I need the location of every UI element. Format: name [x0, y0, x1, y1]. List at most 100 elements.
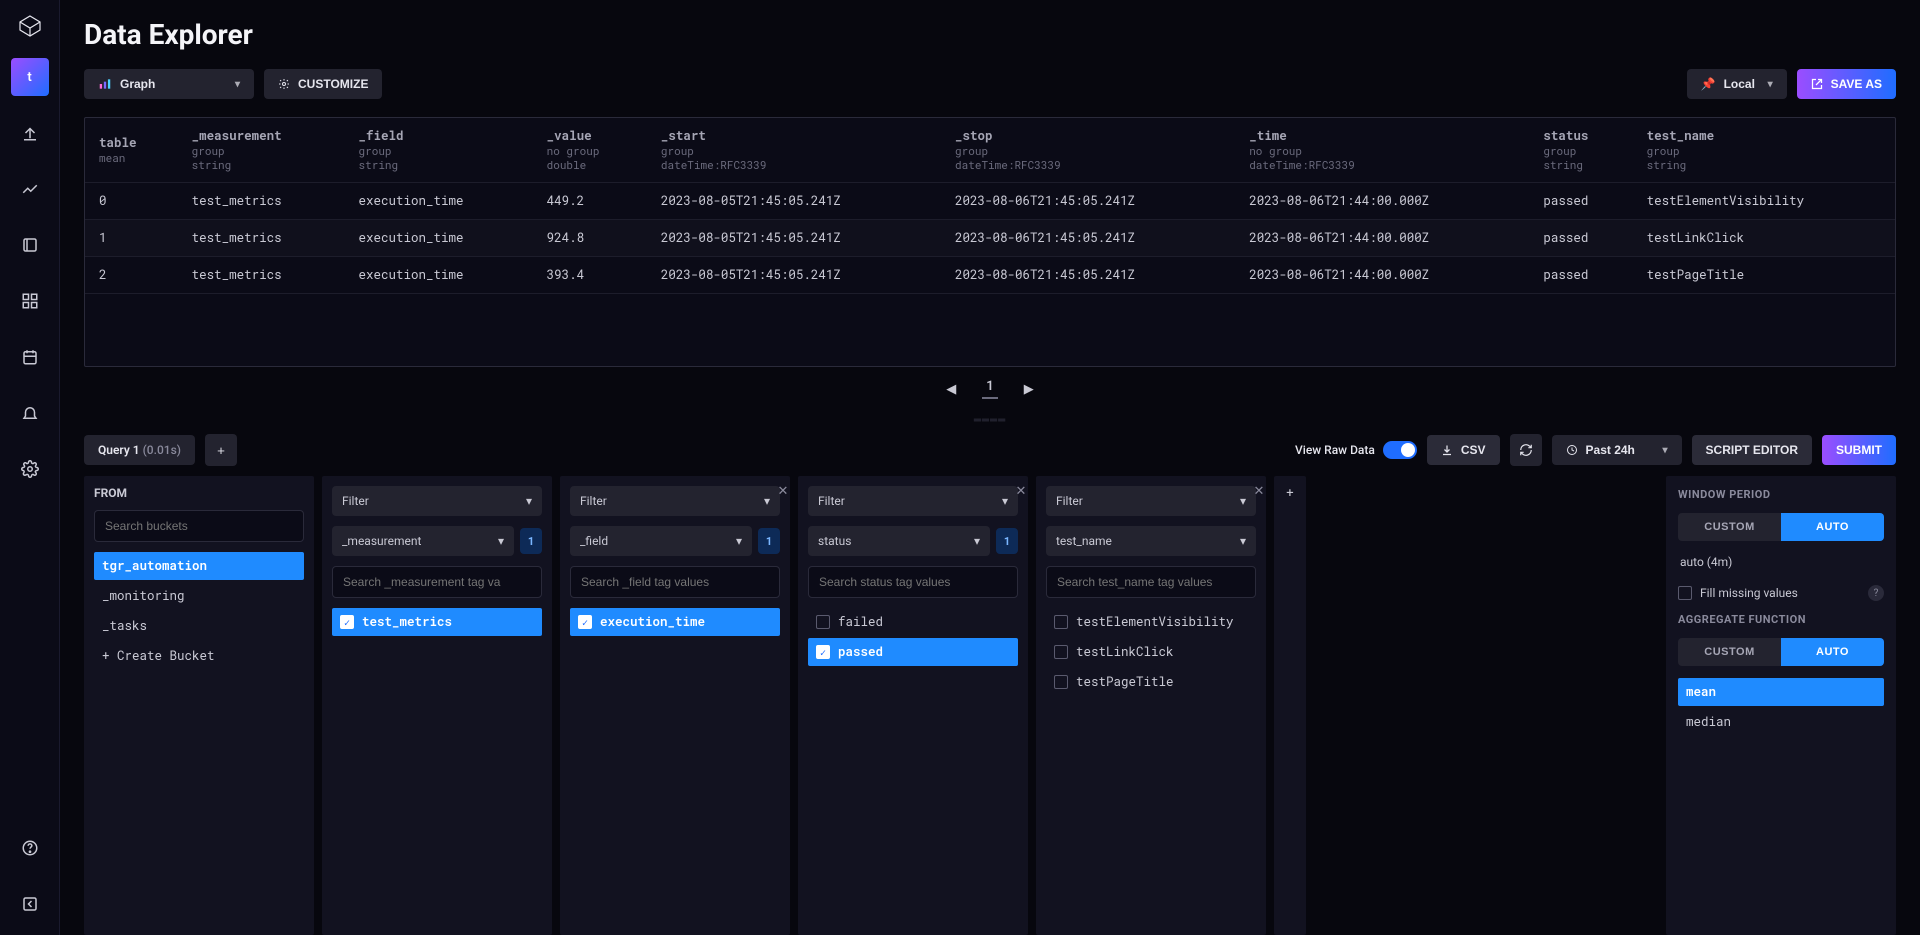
checkbox-icon: ✓ [340, 615, 354, 629]
filter-key-select[interactable]: _field▾ [570, 526, 752, 556]
pager-next[interactable]: ▶ [1024, 382, 1034, 397]
aggregate-option[interactable]: median [1678, 708, 1884, 736]
filter-search-input[interactable] [1046, 566, 1256, 598]
filter-option[interactable]: ✓passed [808, 638, 1018, 666]
filter-type-select[interactable]: Filter▾ [808, 486, 1018, 516]
filter-search-input[interactable] [808, 566, 1018, 598]
nav-workspace[interactable]: t [11, 58, 49, 96]
filter-option[interactable]: testLinkClick [1046, 638, 1256, 666]
nav-alerts-icon[interactable] [11, 394, 49, 432]
column-header[interactable]: _valueno groupdouble [533, 118, 647, 182]
customize-button[interactable]: CUSTOMIZE [264, 69, 382, 99]
column-header[interactable]: tablemean [85, 118, 178, 182]
csv-button[interactable]: CSV [1427, 435, 1500, 465]
column-header[interactable]: _timeno groupdateTime:RFC3339 [1235, 118, 1529, 182]
nav-notebooks-icon[interactable] [11, 226, 49, 264]
nav-settings-icon[interactable] [11, 450, 49, 488]
filter-key-select[interactable]: test_name▾ [1046, 526, 1256, 556]
info-icon[interactable]: ? [1868, 585, 1884, 601]
close-filter-button[interactable]: ✕ [1012, 484, 1030, 499]
bucket-search-input[interactable] [94, 510, 304, 542]
save-location-select[interactable]: 📌 Local ▾ [1687, 69, 1787, 99]
table-cell: execution_time [345, 182, 533, 219]
aggregate-panel: WINDOW PERIOD CUSTOM AUTO auto (4m) Fill… [1666, 476, 1896, 935]
table-cell: passed [1529, 182, 1632, 219]
filter-option[interactable]: testPageTitle [1046, 668, 1256, 696]
filter-type-select[interactable]: Filter▾ [332, 486, 542, 516]
submit-button[interactable]: SUBMIT [1822, 435, 1896, 465]
pager-prev[interactable]: ◀ [946, 382, 956, 397]
time-range-select[interactable]: Past 24h ▾ [1552, 435, 1682, 465]
aggregate-custom-button[interactable]: CUSTOM [1678, 638, 1781, 666]
query-tab[interactable]: Query 1 (0.01s) [84, 435, 195, 465]
window-custom-button[interactable]: CUSTOM [1678, 513, 1781, 541]
filter-option[interactable]: testElementVisibility [1046, 608, 1256, 636]
column-header[interactable]: statusgroupstring [1529, 118, 1632, 182]
checkbox-icon [816, 615, 830, 629]
filter-search-input[interactable] [332, 566, 542, 598]
data-table: tablemean_measurementgroupstring_fieldgr… [85, 118, 1895, 294]
close-filter-button[interactable]: ✕ [774, 484, 792, 499]
table-cell: passed [1529, 219, 1632, 256]
pager-page[interactable]: 1 [982, 379, 997, 399]
column-header[interactable]: test_namegroupstring [1633, 118, 1895, 182]
table-cell: execution_time [345, 256, 533, 293]
filter-search-input[interactable] [570, 566, 780, 598]
filter-type-select[interactable]: Filter▾ [1046, 486, 1256, 516]
filter-key-select[interactable]: status▾ [808, 526, 990, 556]
add-filter-button[interactable]: + [1274, 476, 1306, 935]
table-row[interactable]: 0test_metricsexecution_time449.22023-08-… [85, 182, 1895, 219]
view-type-select[interactable]: Graph ▾ [84, 69, 254, 99]
script-editor-button[interactable]: SCRIPT EDITOR [1692, 435, 1812, 465]
window-auto-button[interactable]: AUTO [1781, 513, 1884, 541]
table-cell: 2023-08-06T21:44:00.000Z [1235, 256, 1529, 293]
aggregate-auto-button[interactable]: AUTO [1781, 638, 1884, 666]
bucket-item[interactable]: _monitoring [94, 582, 304, 610]
column-header[interactable]: _startgroupdateTime:RFC3339 [647, 118, 941, 182]
filter-type-select[interactable]: Filter▾ [570, 486, 780, 516]
nav-upload-icon[interactable] [11, 114, 49, 152]
column-header[interactable]: _measurementgroupstring [178, 118, 345, 182]
table-cell: testPageTitle [1633, 256, 1895, 293]
table-cell: 2023-08-06T21:44:00.000Z [1235, 219, 1529, 256]
refresh-button[interactable] [1510, 434, 1542, 466]
table-cell: testElementVisibility [1633, 182, 1895, 219]
view-raw-toggle[interactable]: View Raw Data [1295, 441, 1417, 459]
checkbox-icon [1678, 586, 1692, 600]
submit-label: SUBMIT [1836, 443, 1882, 457]
fill-missing-row[interactable]: Fill missing values ? [1678, 585, 1884, 601]
chevron-down-icon: ▾ [235, 79, 240, 90]
results-table: tablemean_measurementgroupstring_fieldgr… [84, 117, 1896, 367]
table-cell: 2023-08-05T21:45:05.241Z [647, 182, 941, 219]
panel-resize-grip[interactable]: ════ [84, 411, 1896, 432]
save-as-button[interactable]: SAVE AS [1797, 69, 1896, 99]
filter-count-badge: 1 [996, 528, 1018, 554]
nav-collapse-icon[interactable] [11, 885, 49, 923]
bucket-item[interactable]: _tasks [94, 612, 304, 640]
nav-explore-icon[interactable] [11, 170, 49, 208]
table-row[interactable]: 2test_metricsexecution_time393.42023-08-… [85, 256, 1895, 293]
table-row[interactable]: 1test_metricsexecution_time924.82023-08-… [85, 219, 1895, 256]
column-header[interactable]: _fieldgroupstring [345, 118, 533, 182]
bucket-item[interactable]: tgr_automation [94, 552, 304, 580]
query-tab-label: Query 1 [98, 443, 140, 457]
filter-option[interactable]: failed [808, 608, 1018, 636]
nav-help-icon[interactable] [11, 829, 49, 867]
close-filter-button[interactable]: ✕ [1250, 484, 1268, 499]
add-query-button[interactable]: + [205, 434, 237, 466]
filter-option[interactable]: ✓execution_time [570, 608, 780, 636]
column-header[interactable]: _stopgroupdateTime:RFC3339 [941, 118, 1235, 182]
table-cell: 449.2 [533, 182, 647, 219]
nav-dashboards-icon[interactable] [11, 282, 49, 320]
filter-option[interactable]: ✓test_metrics [332, 608, 542, 636]
window-period-seg: CUSTOM AUTO [1678, 513, 1884, 541]
create-bucket-button[interactable]: + Create Bucket [94, 642, 304, 670]
fill-missing-label: Fill missing values [1700, 586, 1798, 600]
toggle-on-icon [1383, 441, 1417, 459]
filter-key-select[interactable]: _measurement▾ [332, 526, 514, 556]
aggregate-option[interactable]: mean [1678, 678, 1884, 706]
table-cell: 2023-08-06T21:45:05.241Z [941, 182, 1235, 219]
table-cell: 2023-08-05T21:45:05.241Z [647, 219, 941, 256]
nav-tasks-icon[interactable] [11, 338, 49, 376]
aggregate-seg: CUSTOM AUTO [1678, 638, 1884, 666]
